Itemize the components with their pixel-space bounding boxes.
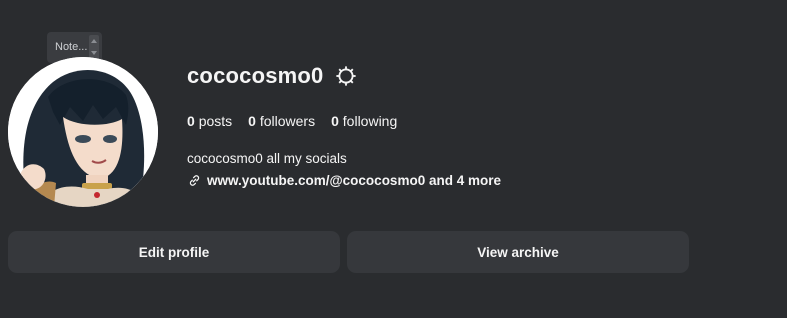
note-text: Note... — [55, 41, 88, 53]
posts-stat: 0 posts — [187, 113, 232, 129]
following-label: following — [342, 113, 398, 129]
posts-label: posts — [198, 113, 233, 129]
avatar-image — [8, 57, 158, 207]
followers-count: 0 — [248, 113, 256, 129]
followers-stat[interactable]: 0 followers — [248, 113, 315, 129]
bio: cococosmo0 all my socials — [187, 151, 347, 166]
profile-link[interactable]: www.youtube.com/@cococosmo0 and 4 more — [187, 173, 501, 188]
scroll-down-icon[interactable] — [91, 51, 97, 55]
link-text[interactable]: www.youtube.com/@cococosmo0 and 4 more — [207, 173, 501, 188]
profile-stats: 0 posts 0 followers 0 following — [187, 113, 397, 129]
gear-icon[interactable] — [335, 65, 357, 87]
view-archive-button[interactable]: View archive — [347, 231, 689, 273]
following-count: 0 — [331, 113, 339, 129]
scroll-up-icon[interactable] — [91, 39, 97, 43]
note-scroll[interactable] — [89, 35, 99, 59]
avatar[interactable] — [8, 57, 158, 207]
posts-count: 0 — [187, 113, 195, 129]
followers-label: followers — [259, 113, 316, 129]
following-stat[interactable]: 0 following — [331, 113, 397, 129]
link-icon — [189, 175, 200, 186]
edit-profile-button[interactable]: Edit profile — [8, 231, 340, 273]
username: cococosmo0 — [187, 63, 324, 88]
